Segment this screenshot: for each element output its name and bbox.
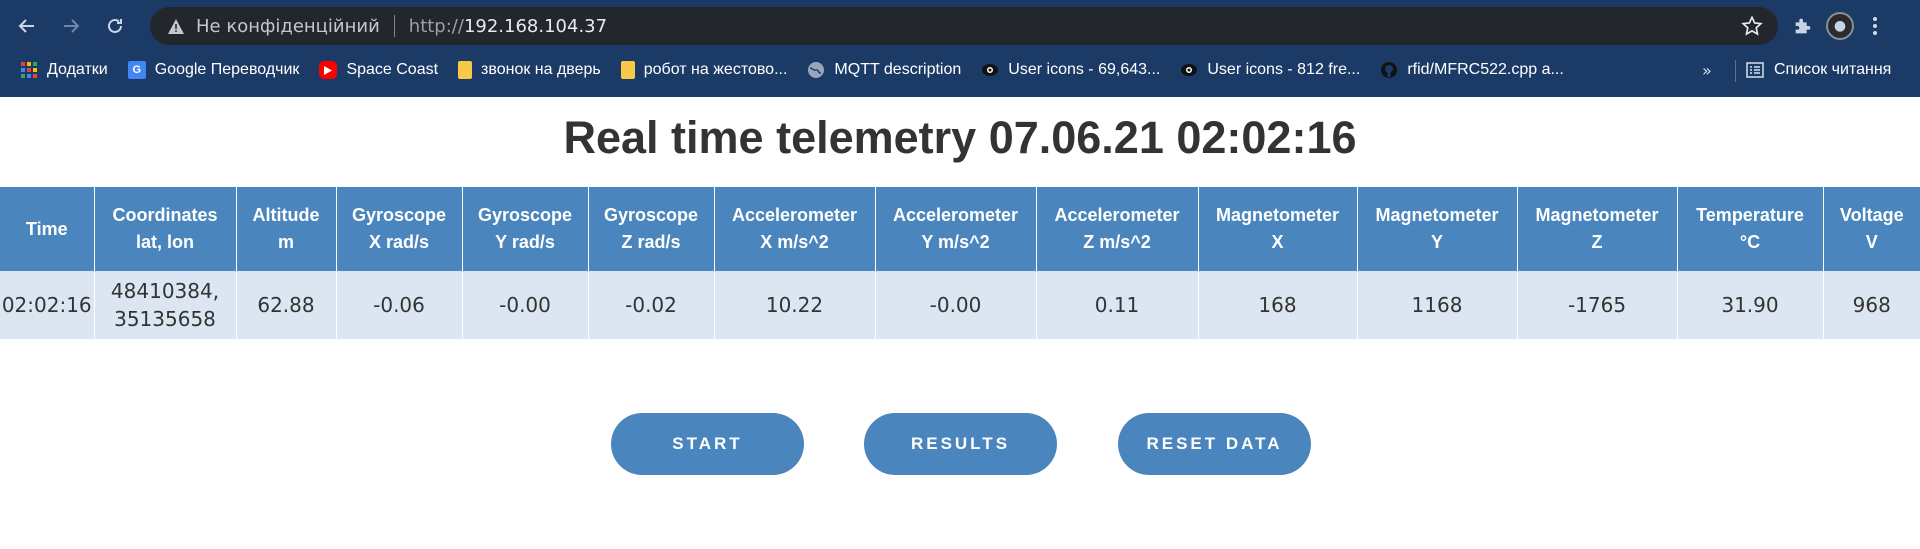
cell-mag-z: -1765 bbox=[1517, 271, 1678, 339]
bookmark-label: робот на жестово... bbox=[643, 61, 788, 78]
bookmarks-bar: Додатки G Google Переводчик Space Coast … bbox=[0, 52, 1920, 88]
cell-mag-x: 168 bbox=[1198, 271, 1358, 339]
star-icon bbox=[1741, 15, 1763, 36]
browser-chrome: Не конфіденційний http://192.168.104.37 … bbox=[0, 0, 1920, 97]
bookmark-space-coast[interactable]: Space Coast bbox=[311, 55, 446, 85]
forward-button[interactable] bbox=[54, 9, 88, 43]
note-icon bbox=[620, 61, 635, 79]
col-header-gyro-x: Gyroscope X rad/s bbox=[336, 187, 463, 271]
reading-list-button[interactable]: Список читання bbox=[1746, 52, 1891, 88]
col-header-gyro-y: Gyroscope Y rad/s bbox=[462, 187, 589, 271]
col-header-accel-z: Accelerometer Z m/s^2 bbox=[1036, 187, 1199, 271]
arrow-left-icon bbox=[18, 19, 34, 33]
reading-list-icon bbox=[1746, 62, 1764, 78]
url-host[interactable]: 192.168.104.37 bbox=[464, 16, 607, 37]
bookmarks-divider bbox=[1735, 60, 1736, 82]
toolbar-right: ● bbox=[1786, 9, 1890, 43]
cell-accel-x: 10.22 bbox=[714, 271, 876, 339]
github-icon bbox=[1380, 61, 1398, 79]
bookmark-user-icons-1[interactable]: User icons - 69,643... bbox=[973, 55, 1168, 85]
cell-altitude: 62.88 bbox=[236, 271, 337, 339]
bookmark-star-button[interactable] bbox=[1740, 14, 1764, 38]
cell-gyro-x: -0.06 bbox=[336, 271, 463, 339]
icons8-icon bbox=[981, 61, 999, 79]
col-header-mag-z: Magnetometer Z bbox=[1517, 187, 1678, 271]
col-header-time: Time bbox=[0, 187, 95, 271]
url-scheme[interactable]: http:// bbox=[409, 16, 464, 37]
icons8-icon bbox=[1180, 61, 1198, 79]
bookmarks-overflow-button[interactable]: » bbox=[1702, 52, 1712, 88]
cell-temperature: 31.90 bbox=[1677, 271, 1824, 339]
profile-avatar[interactable]: ● bbox=[1826, 12, 1854, 40]
telemetry-table: Time Coordinates lat, lon Altitude m Gyros… bbox=[0, 187, 1920, 339]
cell-accel-z: 0.11 bbox=[1036, 271, 1199, 339]
address-bar[interactable]: Не конфіденційний http://192.168.104.37 bbox=[150, 7, 1778, 45]
note-icon bbox=[458, 61, 473, 79]
bookmark-label: Додатки bbox=[47, 61, 108, 78]
col-header-accel-x: Accelerometer X m/s^2 bbox=[714, 187, 876, 271]
col-header-voltage: Voltage V bbox=[1823, 187, 1920, 271]
cell-voltage: 968 bbox=[1823, 271, 1920, 339]
col-header-mag-y: Magnetometer Y bbox=[1357, 187, 1518, 271]
back-button[interactable] bbox=[10, 9, 44, 43]
start-button[interactable]: START bbox=[611, 413, 804, 475]
bookmark-rfid[interactable]: rfid/MFRC522.cpp a... bbox=[1372, 55, 1572, 85]
page-title: Real time telemetry 07.06.21 02:02:16 bbox=[563, 112, 1357, 163]
apps-grid-icon bbox=[20, 61, 38, 79]
cell-coordinates: 48410384, 35135658 bbox=[94, 271, 237, 339]
bookmark-label: rfid/MFRC522.cpp a... bbox=[1407, 61, 1564, 78]
bookmark-apps[interactable]: Додатки bbox=[12, 55, 116, 85]
bookmark-label: User icons - 69,643... bbox=[1008, 61, 1161, 78]
globe-icon bbox=[807, 61, 825, 79]
bookmark-label: Google Переводчик bbox=[154, 61, 300, 78]
bookmark-label: Space Coast bbox=[346, 61, 439, 78]
bookmark-user-icons-2[interactable]: User icons - 812 fre... bbox=[1172, 55, 1368, 85]
bookmark-robot[interactable]: робот на жестово... bbox=[613, 55, 796, 85]
bookmark-google-translate[interactable]: G Google Переводчик bbox=[120, 55, 308, 85]
bookmark-mqtt[interactable]: MQTT description bbox=[799, 55, 969, 85]
arrow-right-icon bbox=[64, 19, 80, 33]
col-header-coordinates: Coordinates lat, lon bbox=[94, 187, 237, 271]
google-translate-icon: G bbox=[127, 61, 146, 79]
reload-button[interactable] bbox=[98, 9, 132, 43]
extensions-button[interactable] bbox=[1786, 9, 1820, 43]
warning-icon[interactable] bbox=[166, 16, 186, 36]
col-header-gyro-z: Gyroscope Z rad/s bbox=[588, 187, 715, 271]
reading-list-label: Список читання bbox=[1774, 61, 1892, 78]
reload-icon bbox=[108, 18, 122, 33]
youtube-icon bbox=[319, 61, 338, 79]
bookmark-label: User icons - 812 fre... bbox=[1207, 61, 1361, 78]
bookmark-label: звонок на дверь bbox=[481, 61, 601, 78]
col-header-temperature: Temperature °C bbox=[1677, 187, 1824, 271]
more-vert-icon bbox=[1873, 17, 1877, 35]
col-header-altitude: Altitude m bbox=[236, 187, 337, 271]
bookmark-label: MQTT description bbox=[834, 61, 962, 78]
cell-gyro-z: -0.02 bbox=[588, 271, 715, 339]
cell-accel-y: -0.00 bbox=[875, 271, 1037, 339]
security-label[interactable]: Не конфіденційний bbox=[196, 16, 380, 37]
bookmark-doorbell[interactable]: звонок на дверь bbox=[450, 55, 609, 85]
browser-menu-button[interactable] bbox=[1860, 9, 1890, 43]
col-header-accel-y: Accelerometer Y m/s^2 bbox=[875, 187, 1037, 271]
col-header-mag-x: Magnetometer X bbox=[1198, 187, 1358, 271]
table-row: 02:02:16 48410384, 35135658 62.88 -0.06 -… bbox=[0, 271, 1920, 339]
omnibox-divider bbox=[393, 15, 395, 37]
cell-mag-y: 1168 bbox=[1357, 271, 1518, 339]
cell-time: 02:02:16 bbox=[0, 271, 95, 339]
results-button[interactable]: RESULTS bbox=[864, 413, 1057, 475]
table-header-row: Time Coordinates lat, lon Altitude m Gyros… bbox=[0, 187, 1920, 271]
reset-data-button[interactable]: RESET DATA bbox=[1118, 413, 1311, 475]
cell-gyro-y: -0.00 bbox=[462, 271, 589, 339]
puzzle-icon bbox=[1795, 18, 1811, 34]
